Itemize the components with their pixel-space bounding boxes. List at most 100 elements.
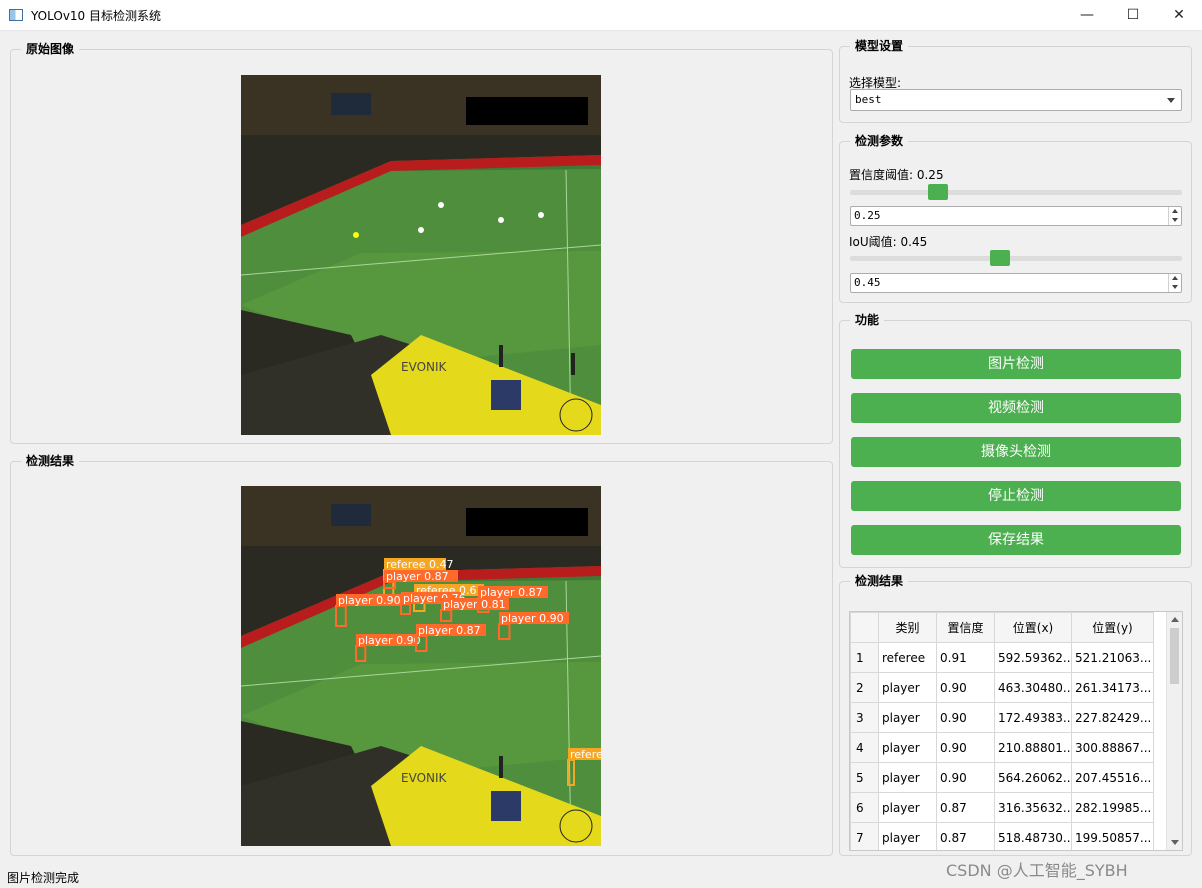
spin-down-icon[interactable]: [1172, 218, 1178, 222]
chevron-down-icon: [1167, 98, 1175, 103]
table-cell[interactable]: 0.90: [936, 732, 995, 763]
detection-label: referee: [570, 748, 601, 761]
row-number-cell[interactable]: 5: [850, 762, 879, 793]
column-header-class[interactable]: 类别: [878, 612, 937, 643]
table-cell[interactable]: 0.87: [936, 822, 995, 850]
iou-spinbox-buttons[interactable]: [1168, 274, 1181, 292]
maximize-button[interactable]: ☐: [1110, 0, 1156, 31]
results-table[interactable]: 类别 置信度 位置(x) 位置(y) 1 referee 0.91 592.59362…: [849, 611, 1183, 851]
column-header-y[interactable]: 位置(y): [1071, 612, 1154, 643]
table-cell[interactable]: 0.91: [936, 642, 995, 673]
table-cell[interactable]: player: [878, 702, 937, 733]
spin-down-icon[interactable]: [1172, 285, 1178, 289]
table-row[interactable]: 6 player 0.87 316.35632... 282.19985...: [850, 792, 1154, 823]
table-cell[interactable]: 300.88867...: [1071, 732, 1154, 763]
table-cell[interactable]: 227.82429...: [1071, 702, 1154, 733]
scroll-up-icon[interactable]: [1171, 617, 1179, 622]
table-cell[interactable]: player: [878, 672, 937, 703]
table-cell[interactable]: 0.90: [936, 762, 995, 793]
table-row[interactable]: 2 player 0.90 463.30480... 261.34173...: [850, 672, 1154, 703]
iou-slider[interactable]: [850, 250, 1182, 266]
column-header-x[interactable]: 位置(x): [994, 612, 1072, 643]
table-cell[interactable]: 316.35632...: [994, 792, 1072, 823]
row-number-cell[interactable]: 7: [850, 822, 879, 850]
minimize-button[interactable]: —: [1064, 0, 1110, 31]
confidence-slider-track: [850, 190, 1182, 195]
detection-label: player 0.90: [338, 594, 401, 607]
watermark: CSDN @人工智能_SYBH: [946, 861, 1128, 880]
save-result-button[interactable]: 保存结果: [851, 525, 1181, 555]
title-bar: YOLOv10 目标检测系统 — ☐ ✕: [0, 0, 1202, 31]
video-detect-button[interactable]: 视频检测: [851, 393, 1181, 423]
confidence-slider-handle[interactable]: [928, 184, 948, 200]
detection-params-title: 检测参数: [850, 133, 909, 149]
detection-label: player 0.87: [480, 586, 543, 599]
table-row[interactable]: 5 player 0.90 564.26062... 207.45516...: [850, 762, 1154, 793]
original-image-title: 原始图像: [21, 41, 80, 57]
table-cell[interactable]: player: [878, 822, 937, 850]
image-detect-button[interactable]: 图片检测: [851, 349, 1181, 379]
detection-label: player 0.81: [443, 598, 506, 611]
table-vertical-scrollbar[interactable]: [1166, 612, 1182, 850]
table-cell[interactable]: 564.26062...: [994, 762, 1072, 793]
row-number-cell[interactable]: 4: [850, 732, 879, 763]
confidence-slider[interactable]: [850, 184, 1182, 200]
table-header-row: 类别 置信度 位置(x) 位置(y): [850, 612, 1154, 643]
camera-detect-button[interactable]: 摄像头检测: [851, 437, 1181, 467]
spin-up-icon[interactable]: [1172, 209, 1178, 213]
results-table-panel: 检测结果 类别 置信度 位置(x) 位置(y) 1 referee 0.91 592.…: [839, 573, 1192, 856]
table-cell[interactable]: 210.88801...: [994, 732, 1072, 763]
iou-slider-track: [850, 256, 1182, 261]
detection-label: player 0.87: [386, 570, 449, 583]
table-cell[interactable]: 282.19985...: [1071, 792, 1154, 823]
row-number-cell[interactable]: 1: [850, 642, 879, 673]
table-cell[interactable]: player: [878, 762, 937, 793]
window-title: YOLOv10 目标检测系统: [31, 9, 162, 23]
table-cell[interactable]: player: [878, 792, 937, 823]
scrollbar-thumb[interactable]: [1170, 628, 1179, 684]
results-table-title: 检测结果: [850, 573, 909, 589]
original-image-panel: 原始图像 EVONIK: [10, 41, 833, 444]
table-corner-cell[interactable]: [850, 612, 879, 643]
table-cell[interactable]: 207.45516...: [1071, 762, 1154, 793]
scroll-down-icon[interactable]: [1171, 840, 1179, 845]
detection-label: player 0.90: [501, 612, 564, 625]
iou-label: IoU阈值: 0.45: [849, 235, 928, 249]
close-button[interactable]: ✕: [1156, 0, 1202, 31]
row-number-cell[interactable]: 2: [850, 672, 879, 703]
table-cell[interactable]: 172.49383...: [994, 702, 1072, 733]
stop-detect-button[interactable]: 停止检测: [851, 481, 1181, 511]
table-cell[interactable]: 0.90: [936, 672, 995, 703]
table-row[interactable]: 1 referee 0.91 592.59362... 521.21063...: [850, 642, 1154, 673]
table-cell[interactable]: player: [878, 732, 937, 763]
iou-slider-handle[interactable]: [990, 250, 1011, 266]
iou-spinbox-value: 0.45: [854, 276, 881, 289]
model-settings-panel: 模型设置 选择模型: best: [839, 38, 1192, 123]
table-cell[interactable]: 521.21063...: [1071, 642, 1154, 673]
model-select-value: best: [855, 93, 882, 106]
row-number-cell[interactable]: 3: [850, 702, 879, 733]
confidence-spinbox[interactable]: 0.25: [850, 206, 1182, 226]
model-select[interactable]: best: [850, 89, 1182, 111]
result-image: EVONIK referee 0.47 player 0.87 referee 0.…: [241, 486, 601, 846]
table-cell[interactable]: 518.48730...: [994, 822, 1072, 850]
confidence-spinbox-buttons[interactable]: [1168, 207, 1181, 225]
functions-panel: 功能 图片检测 视频检测 摄像头检测 停止检测 保存结果: [839, 312, 1192, 568]
table-cell[interactable]: 463.30480...: [994, 672, 1072, 703]
iou-spinbox[interactable]: 0.45: [850, 273, 1182, 293]
spin-up-icon[interactable]: [1172, 276, 1178, 280]
original-image: EVONIK: [241, 75, 601, 435]
detection-label: player 0.90: [358, 634, 421, 647]
table-cell[interactable]: 0.87: [936, 792, 995, 823]
column-header-confidence[interactable]: 置信度: [936, 612, 995, 643]
table-row[interactable]: 4 player 0.90 210.88801... 300.88867...: [850, 732, 1154, 763]
table-cell[interactable]: 199.50857...: [1071, 822, 1154, 850]
table-cell[interactable]: 592.59362...: [994, 642, 1072, 673]
table-cell[interactable]: referee: [878, 642, 937, 673]
detection-params-panel: 检测参数 置信度阈值: 0.25 0.25 IoU阈值: 0.45 0.45: [839, 133, 1192, 303]
table-cell[interactable]: 0.90: [936, 702, 995, 733]
table-row[interactable]: 7 player 0.87 518.48730... 199.50857...: [850, 822, 1154, 850]
row-number-cell[interactable]: 6: [850, 792, 879, 823]
table-row[interactable]: 3 player 0.90 172.49383... 227.82429...: [850, 702, 1154, 733]
table-cell[interactable]: 261.34173...: [1071, 672, 1154, 703]
